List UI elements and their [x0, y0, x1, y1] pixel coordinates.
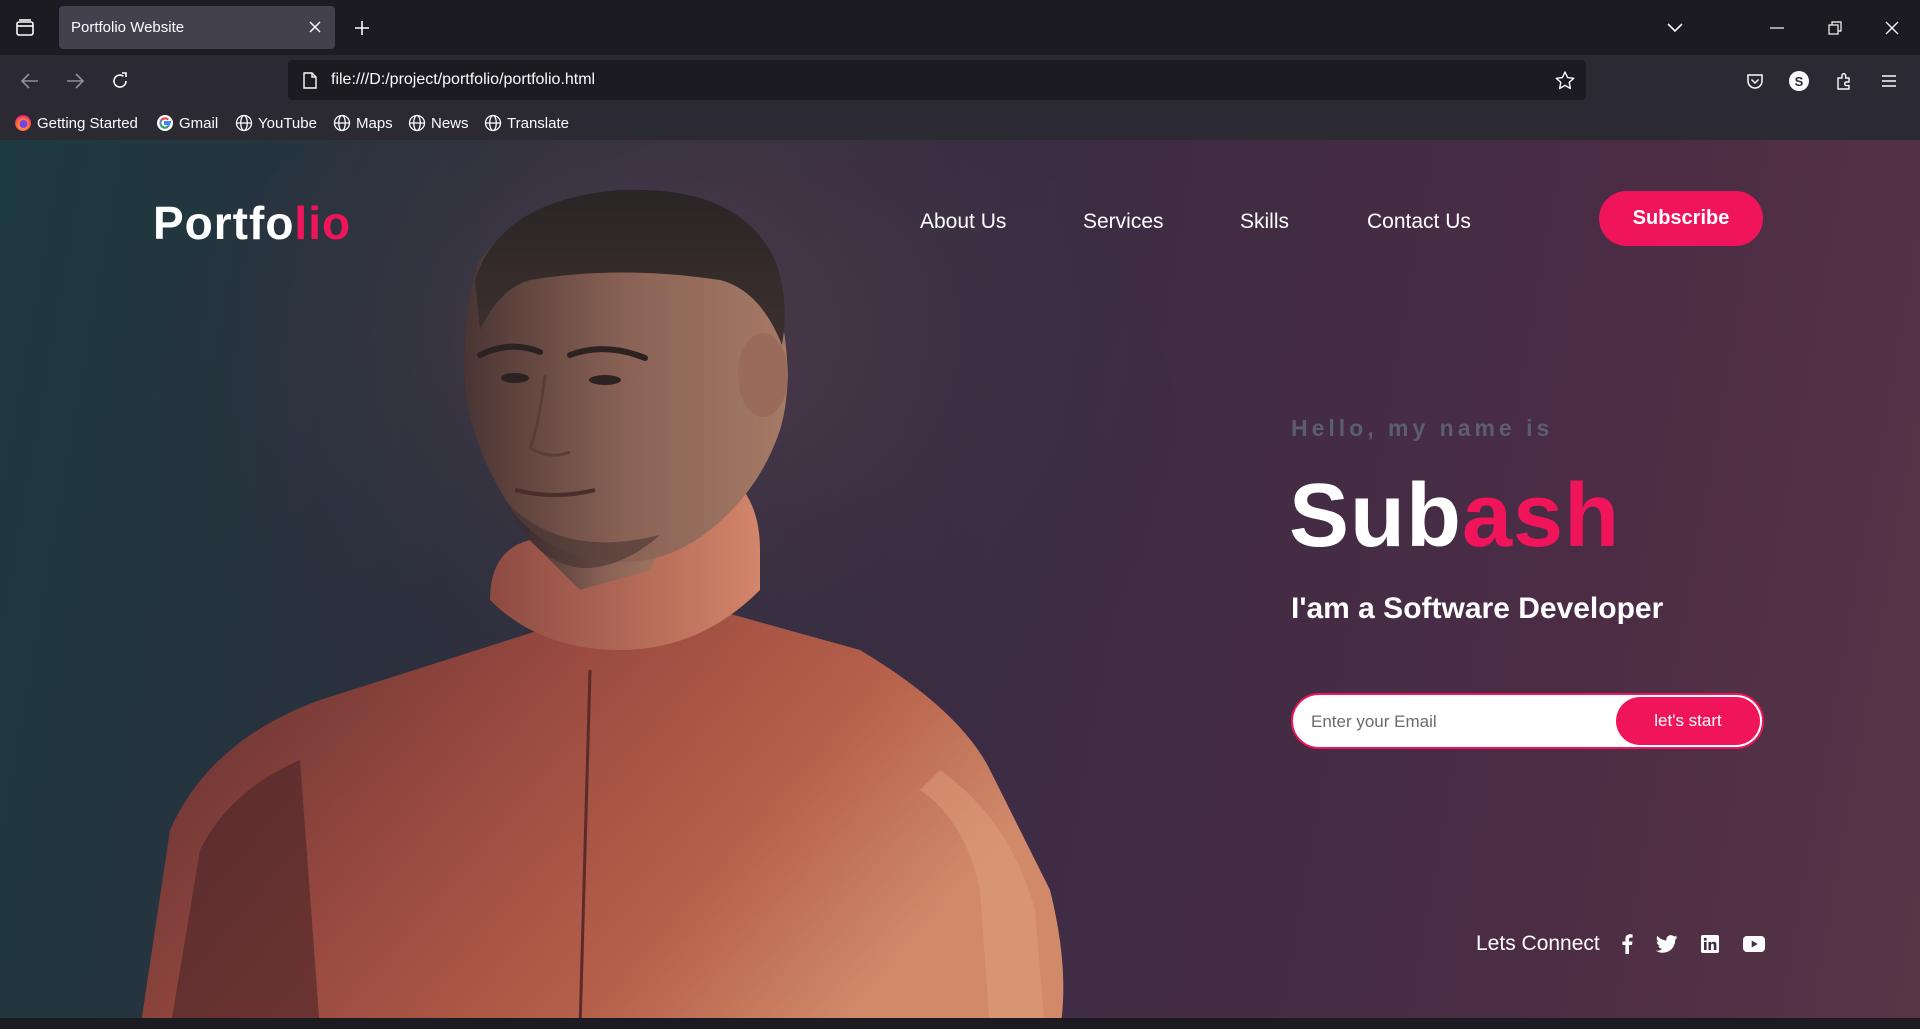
bookmark-news[interactable]: News: [408, 113, 469, 133]
firefox-view-icon[interactable]: [12, 15, 38, 41]
nav-link-services[interactable]: Services: [1083, 210, 1164, 234]
globe-icon: [408, 114, 426, 132]
nav-link-contact-us[interactable]: Contact Us: [1367, 210, 1471, 234]
bookmark-maps[interactable]: Maps: [333, 113, 393, 133]
bookmark-youtube[interactable]: YouTube: [235, 113, 317, 133]
site-logo[interactable]: Portfolio: [153, 196, 351, 250]
nav-link-about-us[interactable]: About Us: [920, 210, 1006, 234]
close-tab-icon[interactable]: [305, 17, 325, 37]
linkedin-icon[interactable]: [1697, 932, 1723, 956]
bookmark-translate[interactable]: Translate: [484, 113, 569, 133]
email-input[interactable]: [1311, 709, 1581, 735]
bookmark-label: Translate: [507, 114, 569, 132]
page-icon: [300, 70, 320, 90]
app-menu-icon[interactable]: [1875, 67, 1903, 95]
active-tab[interactable]: Portfolio Website: [59, 6, 335, 49]
bookmark-getting-started[interactable]: Getting Started: [14, 113, 138, 133]
bookmark-gmail[interactable]: Gmail: [156, 113, 218, 133]
extensions-icon[interactable]: [1830, 67, 1858, 95]
email-signup-form: let's start: [1291, 693, 1764, 749]
globe-icon: [235, 114, 253, 132]
tab-bar: Portfolio Website: [0, 0, 1920, 55]
lets-connect-label: Lets Connect: [1476, 932, 1600, 955]
name-accent-text: ash: [1461, 466, 1621, 566]
lets-start-button[interactable]: let's start: [1616, 697, 1760, 745]
bookmark-label: YouTube: [258, 114, 317, 132]
bookmark-star-icon[interactable]: [1554, 69, 1576, 91]
hero-portrait-image: [140, 140, 1180, 1018]
bookmark-label: News: [431, 114, 469, 132]
minimize-icon[interactable]: [1762, 13, 1792, 43]
reload-icon[interactable]: [106, 67, 134, 95]
new-tab-icon[interactable]: [349, 15, 375, 41]
url-bar[interactable]: file:///D:/project/portfolio/portfolio.h…: [288, 60, 1586, 100]
firefox-icon: [14, 114, 32, 132]
subscribe-button[interactable]: Subscribe: [1599, 191, 1763, 246]
close-window-icon[interactable]: [1877, 13, 1907, 43]
logo-text: Portfo: [153, 197, 295, 249]
back-icon[interactable]: [16, 67, 44, 95]
twitter-icon[interactable]: [1654, 932, 1680, 956]
list-all-tabs-icon[interactable]: [1660, 13, 1690, 43]
google-icon: [156, 114, 174, 132]
hero-name: Subash: [1289, 465, 1620, 568]
bookmarks-toolbar: Getting Started Gmail YouTube Maps News …: [0, 106, 1920, 140]
portfolio-page: Portfolio About Us Services Skills Conta…: [0, 140, 1920, 1018]
greeting-text: Hello, my name is: [1291, 415, 1554, 441]
pocket-icon[interactable]: [1741, 67, 1769, 95]
logo-accent-text: lio: [294, 197, 352, 249]
globe-icon: [484, 114, 502, 132]
navigation-toolbar: file:///D:/project/portfolio/portfolio.h…: [0, 55, 1920, 106]
account-avatar[interactable]: S: [1785, 67, 1813, 95]
name-main-text: Sub: [1289, 466, 1462, 566]
url-text[interactable]: file:///D:/project/portfolio/portfolio.h…: [331, 71, 595, 89]
forward-icon[interactable]: [61, 67, 89, 95]
bookmark-label: Getting Started: [37, 114, 138, 132]
avatar: S: [1789, 71, 1809, 91]
tab-title: Portfolio Website: [71, 19, 185, 36]
bookmark-label: Maps: [356, 114, 393, 132]
role-text: I'am a Software Developer: [1291, 592, 1664, 625]
nav-link-skills[interactable]: Skills: [1240, 210, 1289, 234]
facebook-icon[interactable]: [1614, 932, 1640, 956]
youtube-icon[interactable]: [1741, 932, 1767, 956]
bookmark-label: Gmail: [179, 114, 219, 132]
restore-icon[interactable]: [1820, 13, 1850, 43]
globe-icon: [333, 114, 351, 132]
bottom-edge: [0, 1018, 1920, 1029]
